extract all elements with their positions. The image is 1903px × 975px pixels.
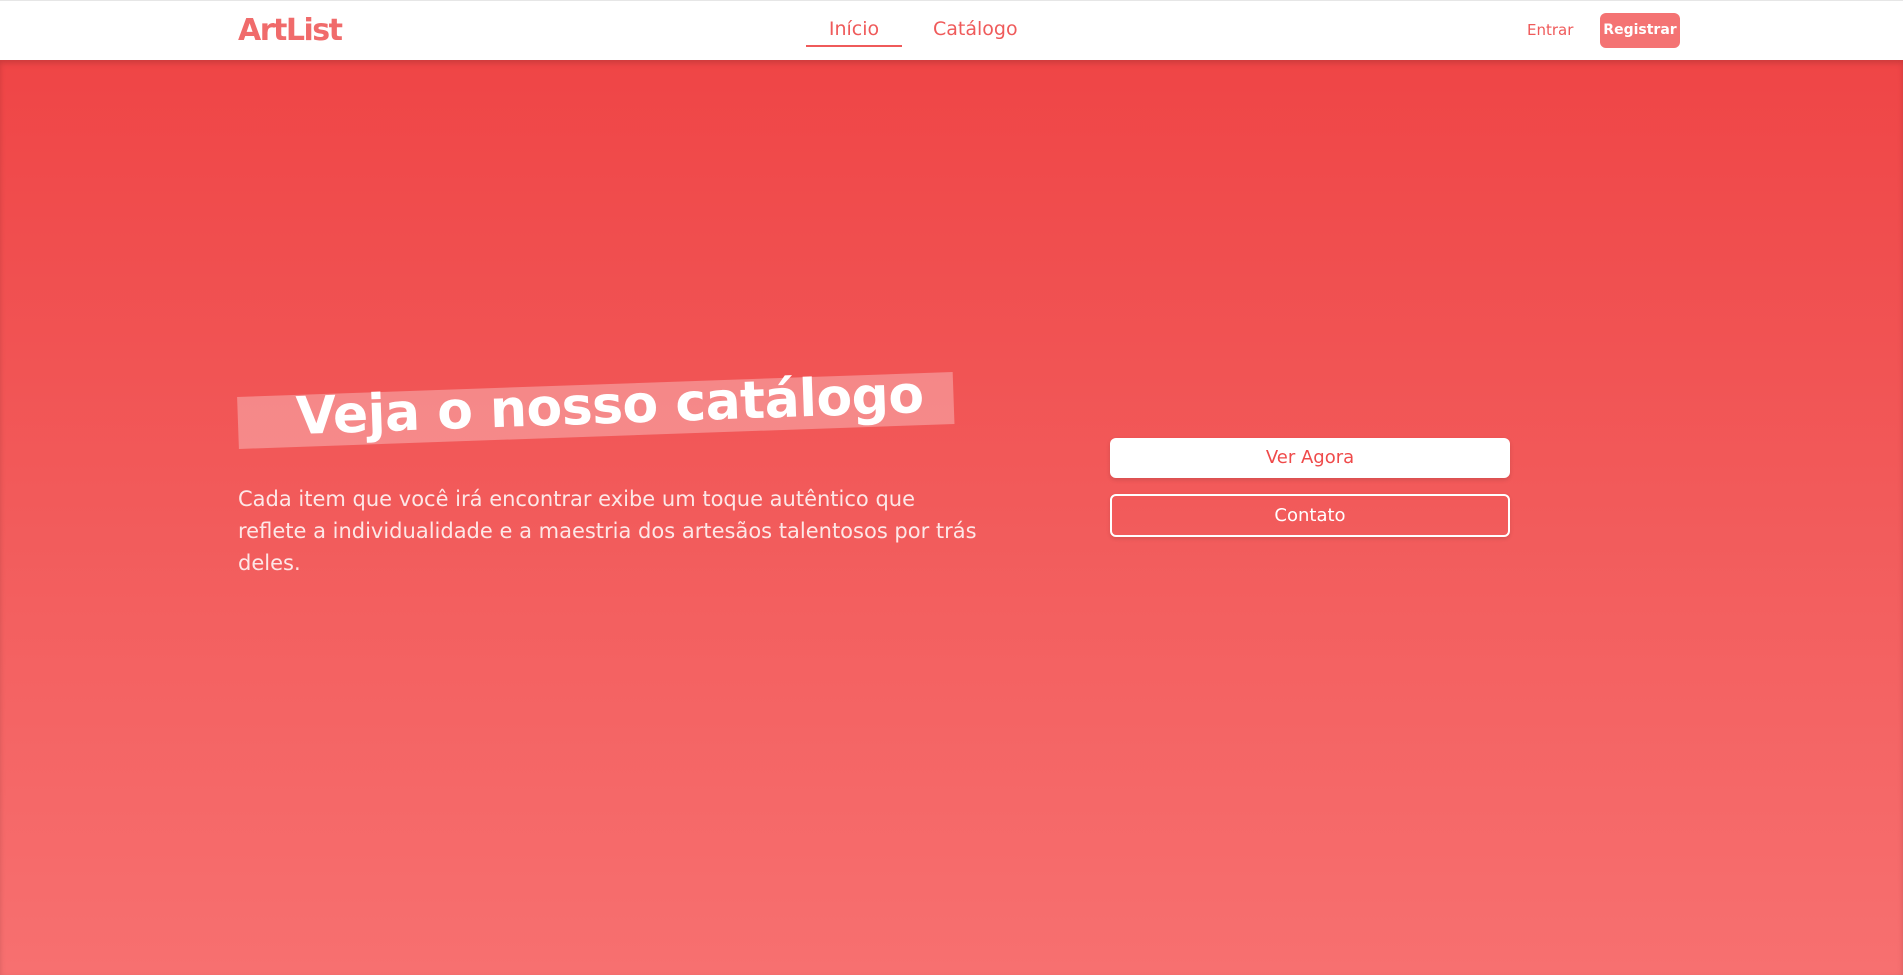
page: ArtList Início Catálogo Entrar Registrar… <box>0 0 1903 975</box>
nav-link-catalogo[interactable]: Catálogo <box>933 18 1018 40</box>
contact-button[interactable]: Contato <box>1110 494 1510 537</box>
top-navbar: ArtList Início Catálogo Entrar Registrar <box>0 0 1903 60</box>
hero-description: Cada item que você irá encontrar exibe u… <box>238 487 977 575</box>
view-now-button[interactable]: Ver Agora <box>1110 438 1510 478</box>
register-button[interactable]: Registrar <box>1600 13 1680 48</box>
logo[interactable]: ArtList <box>238 13 343 48</box>
login-link[interactable]: Entrar <box>1527 21 1573 39</box>
nav-link-inicio[interactable]: Início <box>806 18 902 47</box>
